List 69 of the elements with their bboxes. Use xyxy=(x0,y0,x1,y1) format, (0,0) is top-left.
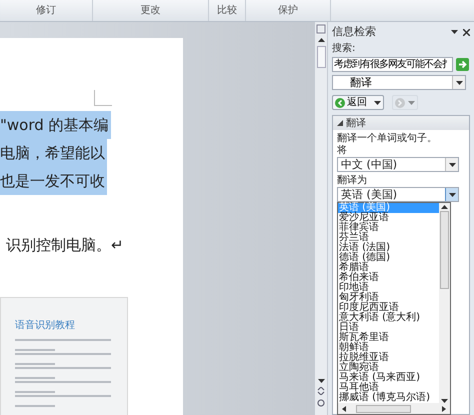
language-option[interactable]: 马来语 (马来西亚) xyxy=(338,373,439,383)
list-scrollbar[interactable] xyxy=(439,203,450,403)
right-arrow-icon[interactable] xyxy=(442,406,446,412)
language-option[interactable]: 马耳他语 xyxy=(338,383,439,393)
language-option[interactable]: 印地语 xyxy=(338,283,439,293)
document-text: 识别控制电脑。↵ xyxy=(6,235,124,256)
caret-icon xyxy=(448,192,456,196)
dropdown-button[interactable] xyxy=(445,188,458,201)
scrollbar-thumb[interactable] xyxy=(316,46,326,68)
browse-object-icon[interactable] xyxy=(317,399,325,407)
to-label: 翻译为 xyxy=(337,175,368,186)
section-header[interactable]: 翻译 xyxy=(333,116,469,130)
section-title: 翻译 xyxy=(346,116,366,130)
search-field[interactable]: 考虑到有很多网友可能不会扌 xyxy=(332,57,453,72)
ribbon-group-label: 修订 xyxy=(36,4,56,18)
caret-icon xyxy=(456,80,462,84)
language-option[interactable]: 希伯来语 xyxy=(338,273,439,283)
language-option[interactable]: 匈牙利语 xyxy=(338,293,439,303)
language-option[interactable]: 拉脱维亚语 xyxy=(338,353,439,363)
language-option[interactable]: 希腊语 xyxy=(338,263,439,273)
service-select[interactable]: 翻译 xyxy=(332,75,466,90)
search-label: 搜索: xyxy=(332,43,356,54)
go-arrow-icon[interactable] xyxy=(456,58,469,71)
description-text: 翻译一个单词或句子。 xyxy=(337,133,438,144)
caret-icon xyxy=(448,162,456,166)
language-option[interactable]: 印度尼西亚语 xyxy=(338,303,439,313)
language-option[interactable]: 爱沙尼亚语 xyxy=(338,213,439,223)
close-icon[interactable] xyxy=(463,28,470,36)
back-icon xyxy=(335,98,345,108)
ribbon-group-label: 更改 xyxy=(140,4,160,18)
to-language-select[interactable]: 英语 (美国) xyxy=(337,187,459,202)
pane-icon[interactable] xyxy=(316,24,326,34)
margin-corner-mark xyxy=(94,90,112,106)
document-text: 也是一发不可收 xyxy=(0,167,107,195)
language-option[interactable]: 斯瓦希里语 xyxy=(338,333,439,343)
caret-icon xyxy=(408,100,415,104)
page-nav-icon[interactable] xyxy=(317,387,325,395)
ribbon-group-label: 保护 xyxy=(278,4,298,18)
document-text: 电脑，希望能以 xyxy=(0,139,107,167)
back-button[interactable]: 返回 xyxy=(332,95,384,110)
left-arrow-icon[interactable] xyxy=(342,406,346,412)
language-option[interactable]: 芬兰语 xyxy=(338,233,439,243)
language-option[interactable]: 朝鲜语 xyxy=(338,343,439,353)
vertical-scrollbar[interactable] xyxy=(314,22,328,415)
pane-title: 信息检索 xyxy=(332,24,377,40)
language-option[interactable]: 日语 xyxy=(338,323,439,333)
document-text: "word 的基本编 xyxy=(0,111,111,139)
language-option[interactable]: 德语 (德国) xyxy=(338,253,439,263)
caret-icon xyxy=(318,38,324,42)
thumbnail-title: 语音识别教程 xyxy=(15,318,76,333)
caret-icon xyxy=(318,379,324,383)
language-option[interactable]: 法语 (法国) xyxy=(338,243,439,253)
horizontal-thumb[interactable] xyxy=(356,404,411,412)
language-option[interactable]: 菲律宾语 xyxy=(338,223,439,233)
from-language-select[interactable]: 中文 (中国) xyxy=(337,157,459,172)
caret-icon xyxy=(441,205,448,209)
caret-icon xyxy=(451,30,458,34)
language-option[interactable]: 立陶宛语 xyxy=(338,363,439,373)
list-scrollbar-thumb[interactable] xyxy=(440,211,449,289)
forward-icon xyxy=(395,98,405,108)
language-option[interactable]: 挪威语 (博克马尔语) xyxy=(338,393,439,403)
caret-icon xyxy=(374,100,381,104)
from-label: 将 xyxy=(337,145,348,156)
expand-toggle-icon[interactable] xyxy=(337,120,343,126)
language-option[interactable]: 意大利语 (意大利) xyxy=(338,313,439,323)
dropdown-button[interactable] xyxy=(445,158,458,171)
ribbon-group-label: 比较 xyxy=(217,4,237,18)
horizontal-scrollbar[interactable] xyxy=(338,403,450,414)
dropdown-button[interactable] xyxy=(452,76,465,89)
